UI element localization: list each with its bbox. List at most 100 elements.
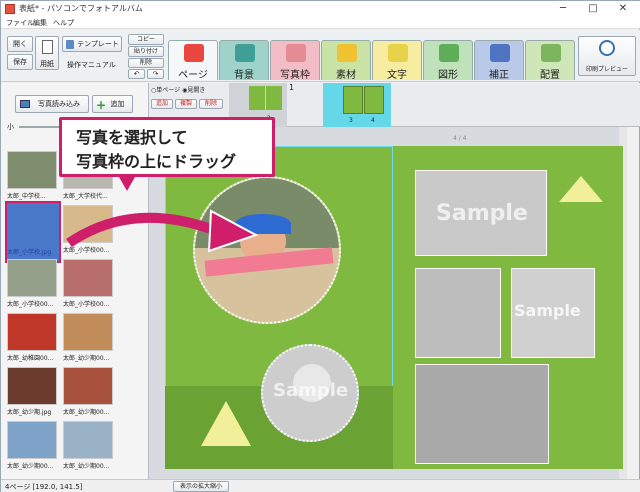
correction-icon (490, 44, 510, 62)
photo-thumbnail[interactable] (63, 313, 113, 351)
tab-label: 写真枠 (280, 70, 310, 81)
photo-frame-icon (286, 44, 306, 62)
tab-background[interactable]: 背景 (219, 40, 269, 81)
print-preview-button[interactable]: 印刷プレビュー (578, 36, 636, 76)
photo-caption: 太郎_幼少期00... (63, 463, 110, 470)
menu-file[interactable]: ファイル (6, 18, 34, 28)
status-coordinates: 4ページ [192.0, 141.5] (5, 483, 83, 491)
material-icon (337, 44, 357, 62)
tab-label: 配置 (540, 70, 560, 81)
delete-button[interactable]: 削除 (128, 58, 164, 68)
page-num: 3 (349, 117, 353, 124)
save-button[interactable]: 保存 (7, 54, 33, 70)
page-thumb (364, 86, 384, 114)
paper-icon (42, 40, 53, 54)
redo-button[interactable]: ↷ (147, 69, 164, 79)
tab-page[interactable]: ページ (168, 40, 218, 81)
book-icon (184, 44, 204, 62)
photo-thumbnail[interactable] (7, 151, 57, 189)
photo-caption: 太郎_幼少期00... (63, 409, 110, 416)
tab-shape[interactable]: 図形 (423, 40, 473, 81)
page-add-button[interactable]: 追加 (151, 99, 173, 109)
photo-frame-top[interactable]: Sample (415, 170, 547, 256)
spread-label: 見開き (187, 87, 206, 94)
page-indicator: 4 / 4 (453, 135, 467, 142)
menu-edit[interactable]: 編集 (33, 18, 47, 28)
shape-icon (439, 44, 459, 62)
text-icon (388, 44, 408, 62)
paper-button[interactable]: 用紙 (35, 36, 59, 70)
photo-caption: 太郎_小学校00... (63, 301, 110, 308)
paper-label: 用紙 (40, 60, 54, 68)
magnifier-icon (599, 40, 615, 56)
template-button[interactable]: テンプレート (62, 36, 122, 52)
add-label: 追加 (110, 100, 125, 108)
photo-thumbnail[interactable] (7, 313, 57, 351)
manual-link[interactable]: 操作マニュアル (67, 60, 116, 70)
photo-caption: 太郎_幼稚園00... (7, 355, 54, 362)
maximize-button[interactable]: □ (579, 1, 607, 17)
photo-caption: 太郎_幼少期00... (7, 463, 54, 470)
menu-help[interactable]: ヘルプ (53, 18, 74, 28)
page-thumb (343, 86, 363, 114)
tab-text[interactable]: 文字 (372, 40, 422, 81)
photo-thumbnail[interactable] (7, 259, 57, 297)
instruction-callout: 写真を選択して 写真枠の上にドラッグ (59, 117, 275, 177)
open-button[interactable]: 開く (7, 36, 33, 52)
drag-arrow (66, 209, 259, 253)
photo-frame-bottom[interactable] (415, 364, 549, 464)
photo-thumbnail[interactable] (63, 421, 113, 459)
photo-frame-mid-right[interactable]: Sample (511, 268, 595, 358)
toolbar: 開く 保存 用紙 テンプレート 操作マニュアル コピー 貼り付け 削除 ↶ ↷ … (1, 30, 640, 82)
callout-line-1: 写真を選択して (76, 128, 188, 147)
triangle-decoration (559, 176, 603, 202)
app-window: 表紙* - パソコンでフォトアルバム ─ □ ✕ ファイル 編集 ヘルプ 開く … (0, 0, 640, 492)
tab-material[interactable]: 素材 (321, 40, 371, 81)
photo-caption: 太郎_幼少期00... (63, 355, 110, 362)
status-bar: 4ページ [192.0, 141.5] 表示の拡大縮小 (1, 479, 640, 492)
load-photo-button[interactable]: 写真読み込み (15, 95, 89, 113)
triangle-decoration (201, 401, 251, 446)
photo-caption: 太郎_幼少期.jpg (7, 409, 52, 416)
size-small-label: 小 (7, 123, 14, 131)
print-preview-label: 印刷プレビュー (585, 66, 628, 73)
plus-icon: + (96, 98, 107, 112)
window-title: 表紙* - パソコンでフォトアルバム (19, 4, 143, 13)
page-mode-row: ○単ページ ◉見開き (151, 85, 225, 95)
add-photo-button[interactable]: + 追加 (92, 95, 133, 113)
page-num: 4 (371, 117, 375, 124)
sample-watermark: Sample (514, 301, 581, 320)
page-spread-3-4[interactable]: 3 4 (323, 83, 391, 127)
tab-layout[interactable]: 配置 (525, 40, 575, 81)
photo-caption: 太郎_小学校00... (7, 301, 54, 308)
minimize-button[interactable]: ─ (549, 1, 577, 17)
page-copy-button[interactable]: 複製 (175, 99, 197, 109)
load-photo-label: 写真読み込み (38, 100, 80, 108)
copy-button[interactable]: コピー (128, 34, 164, 45)
page-thumb (266, 86, 282, 110)
title-bar: 表紙* - パソコンでフォトアルバム ─ □ ✕ (1, 1, 640, 17)
photo-frame-mid-left[interactable] (415, 268, 501, 358)
page-thumb (249, 86, 265, 110)
close-button[interactable]: ✕ (609, 1, 637, 17)
photo-frame-small[interactable]: Sample (261, 344, 359, 442)
tab-correction[interactable]: 補正 (474, 40, 524, 81)
tab-label: 文字 (387, 70, 407, 81)
photo-thumbnail[interactable] (63, 367, 113, 405)
template-icon (66, 40, 74, 49)
zoom-button[interactable]: 表示の拡大縮小 (173, 481, 229, 492)
photo-thumbnail[interactable] (7, 367, 57, 405)
sample-watermark: Sample (436, 201, 528, 226)
photo-caption: 太郎_小学校.jpg (7, 249, 52, 256)
sample-watermark: Sample (273, 380, 349, 401)
app-icon (5, 4, 15, 14)
photo-thumbnail[interactable] (7, 421, 57, 459)
tab-label: 素材 (336, 70, 356, 81)
photo-icon (20, 100, 30, 108)
page-delete-button[interactable]: 削除 (199, 99, 223, 109)
tab-photo-frame[interactable]: 写真枠 (270, 40, 320, 81)
undo-button[interactable]: ↶ (128, 69, 145, 79)
tab-label: 背景 (234, 70, 254, 81)
layout-icon (541, 44, 561, 62)
paste-button[interactable]: 貼り付け (128, 46, 164, 57)
